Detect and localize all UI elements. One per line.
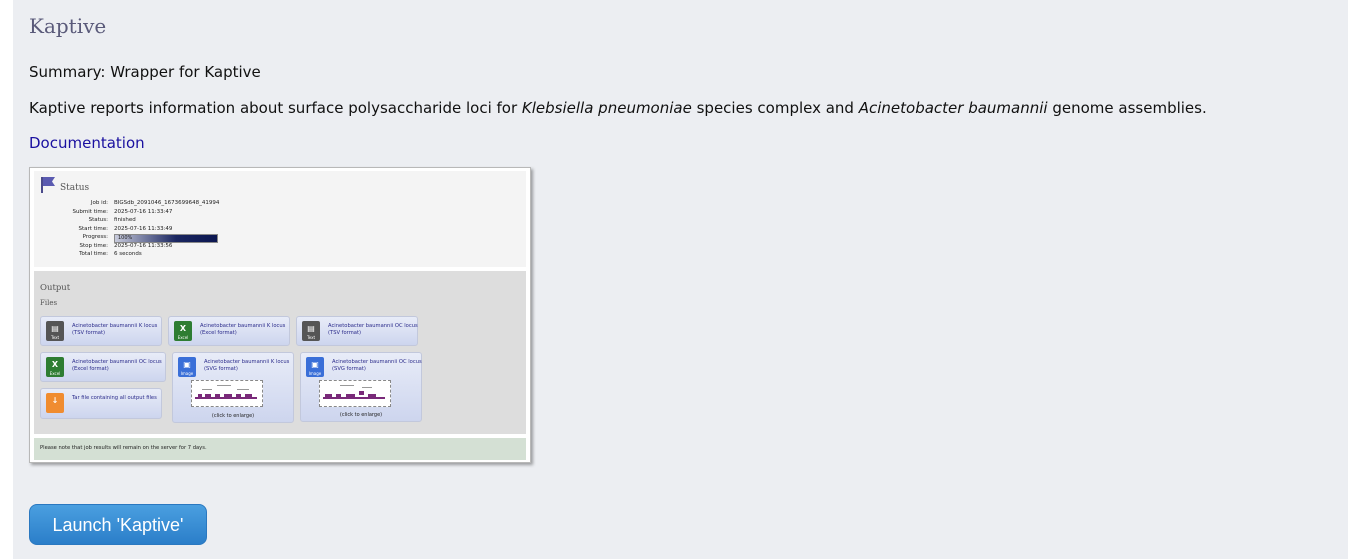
field-key: Submit time:: [72, 208, 108, 215]
field-value: finished: [114, 217, 136, 223]
field-value: 2025-07-16 11:33:49: [114, 225, 173, 232]
locus-svg-thumbnail[interactable]: [191, 380, 263, 407]
file-card-k-excel[interactable]: X Excel Acinetobacter baumannii K locus (…: [168, 316, 290, 346]
field-key: Status:: [88, 217, 108, 223]
file-card-tar[interactable]: ↓ Tar file containing all output files: [40, 388, 162, 419]
file-label: Acinetobacter baumannii OC locus (TSV fo…: [328, 323, 418, 336]
description-text-2: species complex and: [691, 99, 859, 117]
documentation-link[interactable]: Documentation: [29, 134, 145, 152]
file-card-k-svg[interactable]: ▣ Image Acinetobacter baumannii K locus (…: [172, 352, 294, 423]
note-text: Please note that job results will remain…: [40, 445, 207, 451]
status-values: BIGSdb_2091046_1673699648_41994 2025-07-…: [114, 199, 219, 259]
excel-file-icon: X Excel: [46, 357, 64, 377]
tool-description: Kaptive reports information about surfac…: [29, 99, 1207, 117]
file-label: Acinetobacter baumannii K locus (Excel f…: [200, 323, 286, 336]
field-value: 2025-07-16 11:33:47: [114, 208, 173, 215]
field-key: Stop time:: [79, 242, 108, 249]
page-title: Kaptive: [29, 14, 107, 38]
species-name-2: Acinetobacter baumannii: [858, 99, 1048, 117]
status-box: Status Job id: Submit time: Status: Star…: [34, 171, 526, 267]
field-key: Progress:: [82, 234, 108, 240]
progress-value: 100%: [118, 235, 133, 241]
tool-summary: Summary: Wrapper for Kaptive: [29, 63, 261, 81]
file-label: Acinetobacter baumannii OC locus (SVG fo…: [332, 359, 422, 372]
file-label: Acinetobacter baumannii OC locus (Excel …: [72, 359, 162, 372]
image-file-icon: ▣ Image: [306, 357, 324, 377]
field-value: 6 seconds: [114, 251, 142, 257]
text-file-icon: ▤ Text: [46, 321, 64, 341]
click-to-enlarge-label: (click to enlarge): [339, 412, 383, 418]
launch-button[interactable]: Launch 'Kaptive': [29, 504, 207, 545]
output-heading: Output: [40, 283, 71, 293]
locus-svg-thumbnail[interactable]: [319, 380, 391, 407]
flag-icon: [41, 177, 55, 193]
retention-note: Please note that job results will remain…: [34, 438, 526, 460]
field-key: Job id:: [90, 200, 108, 206]
archive-file-icon: ↓: [46, 393, 64, 413]
file-card-oc-svg[interactable]: ▣ Image Acinetobacter baumannii OC locus …: [300, 352, 422, 422]
file-card-oc-excel[interactable]: X Excel Acinetobacter baumannii OC locus …: [40, 352, 166, 382]
file-label: Tar file containing all output files: [72, 395, 157, 401]
species-name-1: Klebsiella pneumoniae: [521, 99, 692, 117]
click-to-enlarge-label: (click to enlarge): [211, 413, 255, 419]
image-file-icon: ▣ Image: [178, 357, 196, 377]
file-label: Acinetobacter baumannii K locus (TSV for…: [72, 323, 158, 336]
file-card-oc-tsv[interactable]: ▤ Text Acinetobacter baumannii OC locus (…: [296, 316, 418, 346]
output-box: Output Files ▤ Text Acinetobacter baumann…: [34, 271, 526, 434]
field-key: Total time:: [79, 251, 108, 257]
status-heading: Status: [60, 183, 90, 193]
tool-panel: Kaptive Summary: Wrapper for Kaptive Kap…: [13, 0, 1348, 559]
file-card-k-tsv[interactable]: ▤ Text Acinetobacter baumannii K locus (T…: [40, 316, 162, 346]
text-file-icon: ▤ Text: [302, 321, 320, 341]
files-heading: Files: [40, 299, 58, 307]
status-keys: Job id: Submit time: Status: Start time:…: [48, 199, 108, 259]
description-text-1: Kaptive reports information about surfac…: [29, 99, 522, 117]
field-key: Start time:: [78, 225, 108, 232]
example-output-screenshot[interactable]: Status Job id: Submit time: Status: Star…: [29, 167, 531, 463]
description-text-3: genome assemblies.: [1047, 99, 1207, 117]
field-value: BIGSdb_2091046_1673699648_41994: [114, 200, 220, 206]
file-label: Acinetobacter baumannii K locus (SVG for…: [204, 359, 290, 372]
excel-file-icon: X Excel: [174, 321, 192, 341]
progress-bar: 100%: [114, 234, 218, 243]
